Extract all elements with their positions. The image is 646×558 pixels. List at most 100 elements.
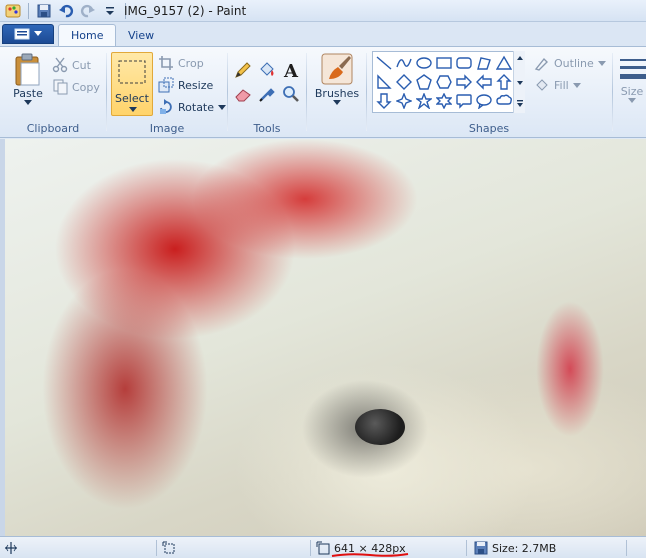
shapes-gallery-scrollbar[interactable] — [513, 51, 525, 113]
resize-button[interactable]: Resize — [158, 77, 213, 93]
status-bar: 641 × 428px Size: 2.7MB — [0, 536, 646, 558]
fill-button[interactable]: Fill — [534, 77, 581, 93]
undo-icon[interactable] — [57, 2, 75, 20]
outline-icon — [534, 57, 548, 71]
window-title: IMG_9157 (2) - Paint — [124, 4, 247, 18]
file-menu-button[interactable] — [2, 24, 54, 44]
rotate-icon — [160, 99, 172, 114]
triangle-shape-icon[interactable] — [495, 54, 513, 72]
customize-qat-icon[interactable] — [101, 2, 119, 20]
select-button[interactable]: Select — [111, 52, 153, 116]
scissors-icon — [52, 57, 68, 73]
up-arrow-shape-icon[interactable] — [495, 73, 513, 91]
pencil-icon[interactable] — [232, 59, 254, 81]
fill-bucket-icon[interactable] — [256, 59, 278, 81]
polygon-shape-icon[interactable] — [475, 54, 493, 72]
crop-label: Crop — [178, 56, 204, 70]
color-picker-icon[interactable] — [256, 83, 278, 105]
size-button[interactable]: Size — [618, 55, 646, 103]
diamond-shape-icon[interactable] — [395, 73, 413, 91]
image-group-label: Image — [149, 122, 185, 135]
tab-home[interactable]: Home — [58, 24, 117, 46]
tools-group-label: Tools — [253, 122, 281, 135]
oval-callout-shape-icon[interactable] — [475, 92, 493, 110]
canvas-image[interactable] — [5, 139, 646, 536]
ribbon: Paste Cut Copy Clipboard Image Select Cr… — [0, 46, 646, 138]
fill-label: Fill — [554, 78, 569, 92]
crop-icon — [159, 56, 173, 70]
redo-icon[interactable] — [79, 2, 97, 20]
chevron-down-icon — [597, 60, 606, 66]
crop-button[interactable]: Crop — [158, 55, 204, 71]
select-label: Select — [115, 92, 149, 105]
rounded-rectangle-shape-icon[interactable] — [455, 54, 473, 72]
text-tool-icon[interactable]: A — [280, 59, 302, 81]
brushes-button[interactable]: Brushes — [312, 53, 362, 105]
copy-label: Copy — [72, 80, 100, 94]
resize-label: Resize — [178, 78, 214, 92]
curve-shape-icon[interactable] — [395, 54, 413, 72]
cut-button[interactable]: Cut — [52, 57, 91, 73]
paste-label: Paste — [13, 87, 43, 100]
quick-access-toolbar — [4, 2, 128, 20]
status-separator — [626, 540, 627, 556]
image-dimensions-icon — [316, 541, 330, 555]
svg-text:A: A — [283, 61, 299, 79]
line-size-icon — [620, 59, 646, 79]
oval-shape-icon[interactable] — [415, 54, 433, 72]
cursor-position — [4, 540, 18, 556]
paint-app-icon[interactable] — [4, 2, 22, 20]
chevron-down-icon — [24, 100, 32, 105]
save-icon[interactable] — [35, 2, 53, 20]
pentagon-shape-icon[interactable] — [415, 73, 433, 91]
paste-icon — [15, 53, 40, 86]
four-point-star-shape-icon[interactable] — [395, 92, 413, 110]
rounded-callout-shape-icon[interactable] — [455, 92, 473, 110]
magnifier-icon[interactable] — [280, 83, 302, 105]
file-size-text: Size: 2.7MB — [492, 541, 557, 555]
chevron-down-icon — [333, 100, 341, 105]
tab-view[interactable]: View — [116, 24, 166, 46]
chevron-down-icon — [628, 98, 636, 103]
clipboard-group-label: Clipboard — [26, 122, 80, 135]
scroll-arrows-icon — [517, 56, 523, 107]
fill-icon — [536, 79, 548, 91]
rectangle-shape-icon[interactable] — [435, 54, 453, 72]
line-shape-icon[interactable] — [375, 54, 393, 72]
outline-label: Outline — [554, 56, 594, 70]
cloud-callout-shape-icon[interactable] — [495, 92, 513, 110]
disk-icon — [474, 541, 488, 555]
six-point-star-shape-icon[interactable] — [435, 92, 453, 110]
chevron-down-icon — [218, 104, 227, 110]
paste-button[interactable]: Paste — [8, 53, 48, 105]
shapes-gallery — [372, 51, 524, 113]
rotate-button[interactable]: Rotate — [158, 99, 227, 115]
cut-label: Cut — [72, 58, 91, 72]
clipboard-group: Paste Cut Copy Clipboard — [0, 49, 106, 137]
brushes-label: Brushes — [314, 87, 360, 100]
status-separator — [156, 540, 157, 556]
down-arrow-shape-icon[interactable] — [375, 92, 393, 110]
dog-nose — [355, 409, 405, 445]
eraser-icon[interactable] — [232, 83, 254, 105]
status-separator — [310, 540, 311, 556]
right-arrow-shape-icon[interactable] — [455, 73, 473, 91]
title-bar: IMG_9157 (2) - Paint — [0, 0, 646, 22]
file-size: Size: 2.7MB — [474, 540, 556, 556]
ribbon-tab-row: Home View — [0, 22, 646, 46]
copy-icon — [53, 79, 68, 95]
hexagon-shape-icon[interactable] — [435, 73, 453, 91]
status-separator — [466, 540, 467, 556]
chevron-down-icon — [572, 82, 581, 88]
red-underline-annotation — [331, 553, 409, 557]
right-triangle-shape-icon[interactable] — [375, 73, 393, 91]
canvas-area[interactable] — [0, 139, 646, 536]
crosshair-icon — [5, 542, 17, 554]
left-arrow-shape-icon[interactable] — [475, 73, 493, 91]
five-point-star-shape-icon[interactable] — [415, 92, 433, 110]
select-rectangle-icon — [118, 60, 146, 84]
selection-size — [162, 540, 176, 556]
outline-button[interactable]: Outline — [534, 55, 606, 71]
copy-button[interactable]: Copy — [52, 79, 100, 95]
file-menu-icon — [14, 28, 30, 40]
